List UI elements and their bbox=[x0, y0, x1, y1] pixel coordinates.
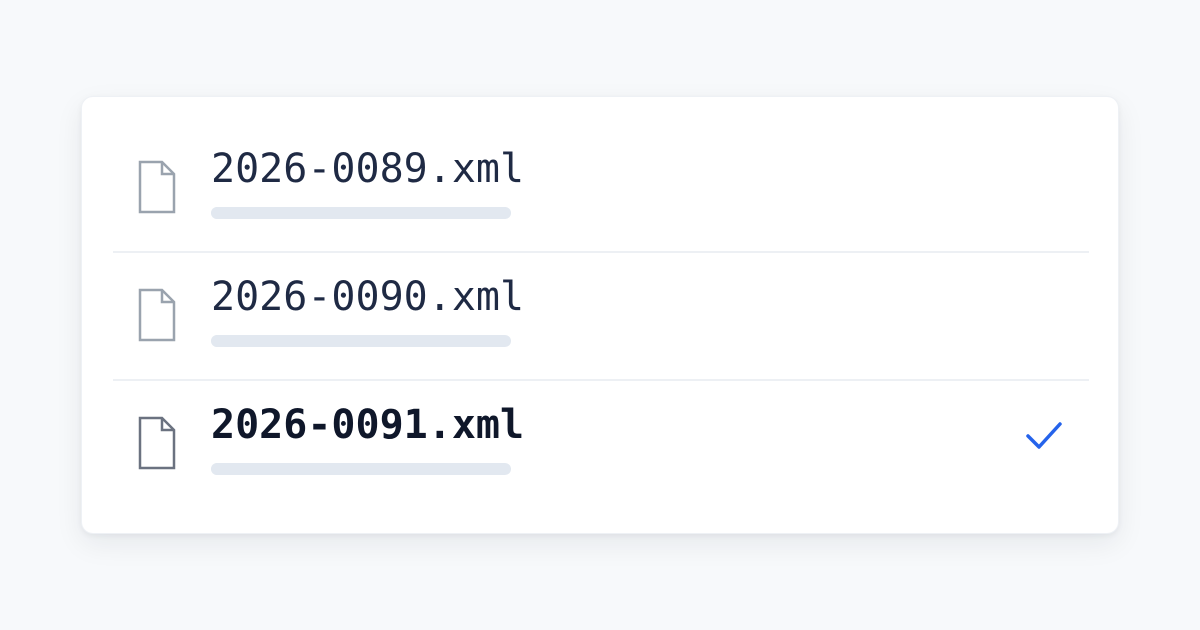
file-progress-fill bbox=[211, 207, 511, 219]
file-progress-bar bbox=[211, 207, 511, 219]
file-progress-fill bbox=[211, 335, 442, 347]
file-progress-bar bbox=[211, 335, 511, 347]
file-name: 2026-0089.xml bbox=[211, 146, 525, 192]
file-progress-fill bbox=[211, 463, 478, 475]
row-divider bbox=[113, 251, 1089, 253]
checkmark-icon bbox=[1024, 415, 1064, 455]
file-row-selected[interactable]: 2026-0091.xml bbox=[82, 385, 1118, 513]
file-list-card: 2026-0089.xml 2026-0090.xml 2026-0091.xm… bbox=[81, 96, 1119, 534]
file-row[interactable]: 2026-0090.xml bbox=[82, 257, 1118, 385]
file-name: 2026-0090.xml bbox=[211, 274, 525, 320]
file-icon bbox=[138, 160, 176, 214]
file-icon bbox=[138, 416, 176, 470]
file-name: 2026-0091.xml bbox=[211, 402, 525, 448]
row-divider bbox=[113, 379, 1089, 381]
file-row[interactable]: 2026-0089.xml bbox=[82, 129, 1118, 257]
file-icon bbox=[138, 288, 176, 342]
file-progress-bar bbox=[211, 463, 511, 475]
